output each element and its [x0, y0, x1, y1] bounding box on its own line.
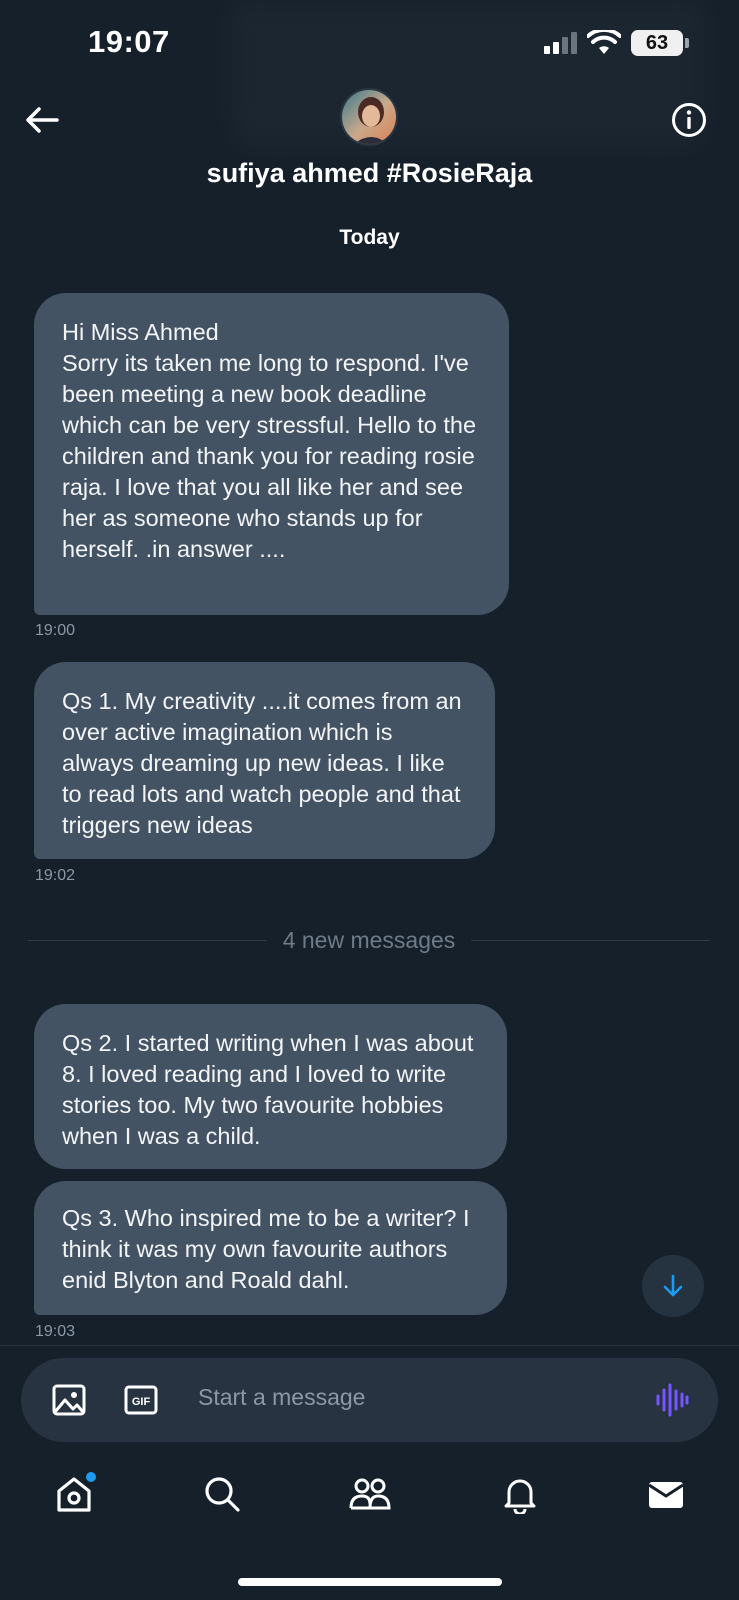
message-timestamp: 19:02 — [35, 867, 76, 884]
message-timestamp: 19:00 — [35, 622, 76, 639]
wifi-icon — [587, 30, 621, 54]
tab-communities[interactable] — [346, 1470, 394, 1518]
message-bubble[interactable]: Hi Miss Ahmed Sorry its taken me long to… — [34, 293, 509, 615]
status-bar: 19:07 63 — [0, 0, 739, 90]
message-bubble[interactable]: Qs 2. I started writing when I was about… — [34, 1004, 507, 1169]
avatar-image — [342, 90, 396, 144]
message-timestamp: 19:03 — [35, 1323, 76, 1340]
voice-message-icon[interactable] — [654, 1382, 690, 1418]
home-indicator — [238, 1578, 502, 1586]
composer-separator — [0, 1345, 739, 1346]
new-messages-divider: 4 new messages — [28, 925, 710, 955]
day-label: Today — [339, 226, 400, 249]
gif-icon[interactable]: GIF — [123, 1382, 159, 1418]
tab-bar — [0, 1470, 739, 1530]
tab-messages[interactable] — [642, 1470, 690, 1518]
conversation-header: sufiya ahmed #RosieRaja — [0, 88, 739, 198]
communities-icon — [349, 1478, 391, 1510]
info-icon — [672, 103, 706, 137]
messages-icon — [648, 1482, 684, 1508]
tab-notifications[interactable] — [496, 1470, 544, 1518]
message-bubble[interactable]: Qs 3. Who inspired me to be a writer? I … — [34, 1181, 507, 1315]
cellular-signal-icon — [544, 32, 577, 54]
message-bubble[interactable]: Qs 1. My creativity ....it comes from an… — [34, 662, 495, 859]
image-icon[interactable] — [51, 1382, 87, 1418]
divider-line — [471, 939, 710, 941]
divider-line — [28, 939, 267, 941]
message-input[interactable]: Start a message — [198, 1384, 365, 1411]
avatar[interactable] — [340, 88, 398, 146]
back-button[interactable] — [22, 100, 62, 140]
conversation-title[interactable]: sufiya ahmed #RosieRaja — [0, 158, 739, 189]
battery-icon: 63 — [631, 30, 689, 56]
search-icon — [205, 1477, 240, 1512]
notifications-icon — [504, 1479, 536, 1514]
back-arrow-icon — [26, 107, 59, 133]
tab-home[interactable] — [50, 1470, 98, 1518]
status-time: 19:07 — [88, 24, 170, 59]
info-button[interactable] — [669, 100, 709, 140]
message-composer: GIF Start a message — [21, 1358, 718, 1442]
svg-text:GIF: GIF — [132, 1396, 151, 1408]
notification-dot — [86, 1472, 96, 1482]
status-icons: 63 — [544, 30, 689, 56]
tab-search[interactable] — [198, 1470, 246, 1518]
arrow-down-icon — [663, 1274, 683, 1297]
scroll-to-bottom-button[interactable] — [642, 1255, 704, 1317]
new-messages-label: 4 new messages — [282, 926, 456, 953]
